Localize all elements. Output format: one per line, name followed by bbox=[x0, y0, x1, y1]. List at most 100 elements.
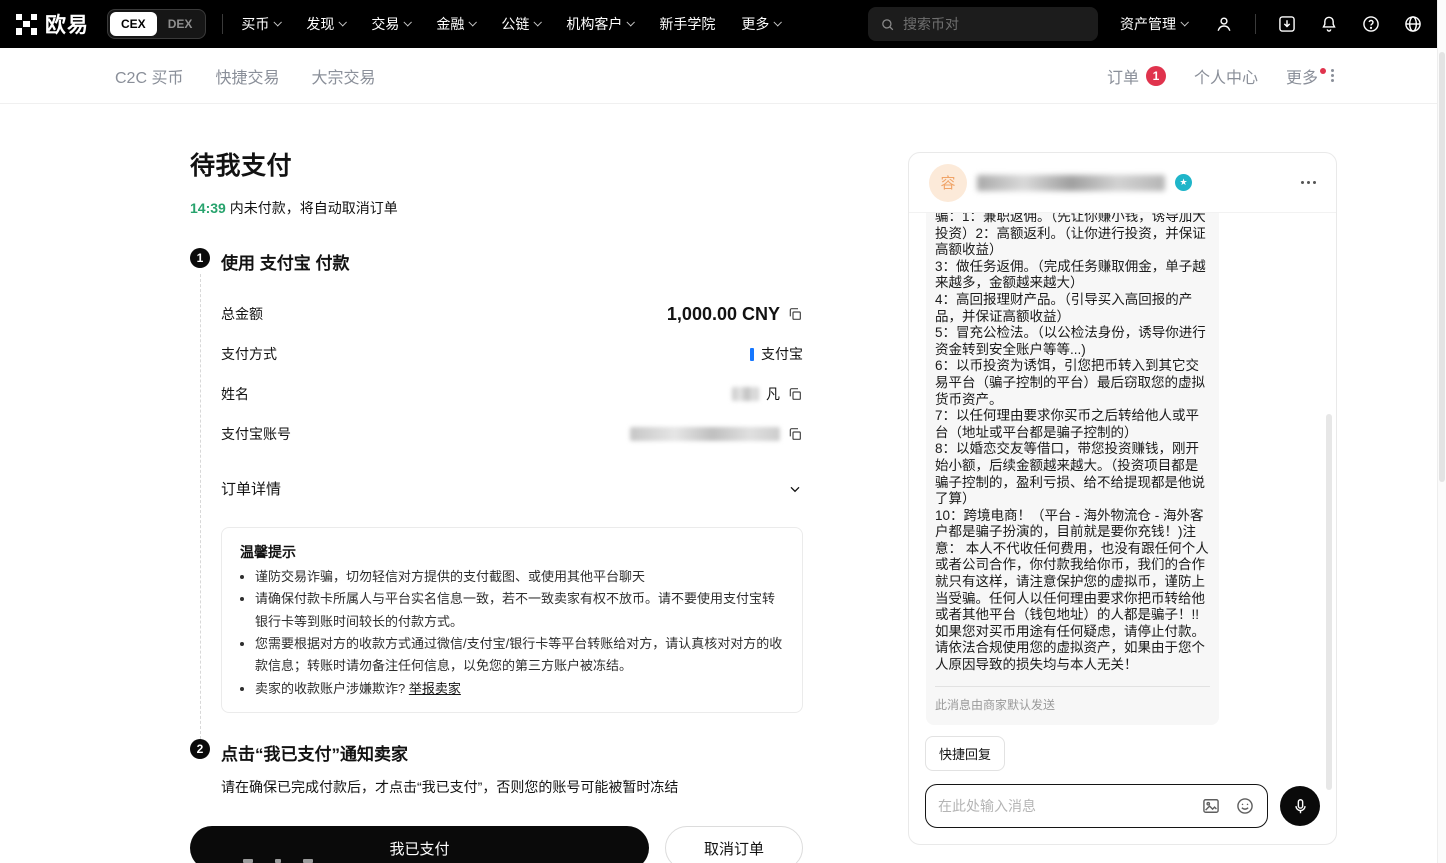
report-seller-link[interactable]: 举报卖家 bbox=[409, 681, 461, 696]
toggle-dex[interactable]: DEX bbox=[157, 12, 204, 36]
tab-block-trade[interactable]: 大宗交易 bbox=[311, 64, 375, 88]
help-button[interactable] bbox=[1354, 7, 1388, 41]
toggle-cex[interactable]: CEX bbox=[110, 12, 157, 36]
merchant-message-bubble: 骗：1：兼职返佣。（先让你赚小钱，诱导加大投资）2：高额返利。（让你进行投资，并… bbox=[926, 213, 1219, 725]
notification-dot bbox=[1320, 68, 1326, 74]
page-scrollbar-thumb[interactable] bbox=[1439, 52, 1445, 482]
profile-center-link[interactable]: 个人中心 bbox=[1194, 64, 1258, 88]
main-menu: 买币 发现 交易 金融 公链 机构客户 新手学院 更多 bbox=[241, 14, 780, 34]
order-panel: 待我支付 14:39 内未付款，将自动取消订单 1 使用 支付宝 付款 总金额 … bbox=[190, 146, 803, 863]
assets-menu[interactable]: 资产管理 bbox=[1120, 14, 1187, 34]
okx-logo-icon bbox=[16, 14, 37, 35]
download-app-button[interactable] bbox=[1270, 7, 1304, 41]
chevron-down-icon bbox=[787, 481, 803, 497]
chat-more-icon[interactable] bbox=[1301, 181, 1316, 184]
page-title: 待我支付 bbox=[190, 146, 803, 182]
more-options-icon bbox=[1331, 69, 1334, 82]
menu-institutional[interactable]: 机构客户 bbox=[566, 14, 633, 34]
copy-name-icon[interactable] bbox=[787, 386, 803, 402]
page-scrollbar[interactable] bbox=[1437, 0, 1446, 863]
name-label: 姓名 bbox=[221, 384, 249, 404]
merchant-message-text: 骗：1：兼职返佣。（先让你赚小钱，诱导加大投资）2：高额返利。（让你进行投资，并… bbox=[935, 213, 1210, 674]
image-upload-icon[interactable] bbox=[1201, 796, 1221, 816]
chevron-down-icon bbox=[534, 18, 542, 26]
microphone-icon bbox=[1291, 797, 1310, 816]
message-input[interactable] bbox=[938, 798, 1187, 814]
bell-icon bbox=[1319, 14, 1339, 34]
tip-item: 您需要根据对方的收款方式通过微信/支付宝/银行卡等平台转账给对方，请认真核对对方… bbox=[255, 633, 784, 678]
method-value: 支付宝 bbox=[761, 344, 803, 364]
orders-count-badge: 1 bbox=[1146, 66, 1166, 86]
action-buttons: 我已支付 取消订单 bbox=[190, 826, 803, 863]
chevron-down-icon bbox=[774, 18, 782, 26]
help-icon bbox=[1361, 14, 1381, 34]
redacted-account bbox=[630, 427, 780, 441]
amount-value: 1,000.00 CNY bbox=[667, 304, 780, 325]
menu-more[interactable]: 更多 bbox=[741, 14, 780, 34]
step-1: 1 使用 支付宝 付款 总金额 1,000.00 CNY 支付方式 支付宝 bbox=[190, 248, 803, 739]
step-2-title: 点击“我已支付”通知卖家 bbox=[221, 740, 803, 765]
cancel-order-button[interactable]: 取消订单 bbox=[665, 826, 803, 863]
paid-button[interactable]: 我已支付 bbox=[190, 826, 649, 863]
message-input-wrap bbox=[925, 784, 1268, 828]
download-icon bbox=[1277, 14, 1297, 34]
redacted-name bbox=[732, 387, 759, 401]
copy-amount-icon[interactable] bbox=[787, 306, 803, 322]
menu-discover[interactable]: 发现 bbox=[306, 14, 345, 34]
account-label: 支付宝账号 bbox=[221, 424, 291, 444]
verified-badge-icon: ★ bbox=[1175, 174, 1192, 191]
chevron-down-icon bbox=[404, 18, 412, 26]
profile-button[interactable] bbox=[1207, 7, 1241, 41]
subnav-tabs: C2C 买币 快捷交易 大宗交易 bbox=[115, 64, 376, 88]
orders-link[interactable]: 订单 1 bbox=[1107, 64, 1166, 88]
emoji-icon[interactable] bbox=[1235, 796, 1255, 816]
chevron-down-icon bbox=[469, 18, 477, 26]
cex-dex-toggle: CEX DEX bbox=[107, 9, 206, 39]
language-button[interactable] bbox=[1396, 7, 1430, 41]
icon-divider bbox=[1255, 14, 1256, 34]
order-details-toggle[interactable]: 订单详情 bbox=[221, 478, 803, 499]
menu-finance[interactable]: 金融 bbox=[436, 14, 475, 34]
top-navbar: 欧易 CEX DEX 买币 发现 交易 金融 公链 机构客户 新手学院 更多 搜… bbox=[0, 0, 1446, 48]
menu-academy[interactable]: 新手学院 bbox=[659, 14, 715, 34]
nav-divider bbox=[222, 14, 223, 34]
method-label: 支付方式 bbox=[221, 344, 277, 364]
merchant-avatar: 容 bbox=[929, 164, 967, 202]
chevron-down-icon bbox=[339, 18, 347, 26]
chevron-down-icon bbox=[1180, 18, 1188, 26]
voice-message-button[interactable] bbox=[1280, 786, 1320, 826]
chat-panel: 容 ★ 骗：1：兼职返佣。（先让你赚小钱，诱导加大投资）2：高额返利。（让你进行… bbox=[908, 152, 1337, 845]
step-connector bbox=[200, 274, 201, 739]
amount-row: 总金额 1,000.00 CNY bbox=[221, 294, 803, 334]
quick-reply-button[interactable]: 快捷回复 bbox=[925, 736, 1005, 771]
tips-box: 温馨提示 谨防交易诈骗，切勿轻信对方提供的支付截图、或使用其他平台聊天 请确保付… bbox=[221, 527, 803, 713]
search-input[interactable]: 搜索币对 bbox=[868, 7, 1098, 41]
account-row: 支付宝账号 bbox=[221, 414, 803, 454]
subnav-right: 订单 1 个人中心 更多 bbox=[1107, 64, 1334, 88]
name-value: 凡 bbox=[766, 384, 780, 404]
menu-buy-crypto[interactable]: 买币 bbox=[241, 14, 280, 34]
message-divider bbox=[935, 686, 1210, 687]
default-message-note: 此消息由商家默认发送 bbox=[935, 696, 1210, 713]
okx-logo[interactable]: 欧易 bbox=[16, 9, 89, 39]
step-2: 2 点击“我已支付”通知卖家 请在确保已完成付款后，才点击“我已支付”，否则您的… bbox=[190, 739, 803, 798]
chat-scrollbar[interactable] bbox=[1326, 414, 1332, 790]
redacted-merchant-name bbox=[977, 175, 1165, 191]
step-2-number: 2 bbox=[190, 739, 210, 759]
tip-item: 卖家的收款账户涉嫌欺诈? 举报卖家 bbox=[255, 678, 784, 700]
step-2-note: 请在确保已完成付款后，才点击“我已支付”，否则您的账号可能被暂时冻结 bbox=[221, 777, 803, 798]
more-link[interactable]: 更多 bbox=[1286, 64, 1334, 88]
search-icon bbox=[880, 17, 895, 32]
method-row: 支付方式 支付宝 bbox=[221, 334, 803, 374]
payment-fields: 总金额 1,000.00 CNY 支付方式 支付宝 姓名 bbox=[221, 294, 803, 454]
countdown-text: 14:39 内未付款，将自动取消订单 bbox=[190, 198, 803, 218]
notifications-button[interactable] bbox=[1312, 7, 1346, 41]
chevron-down-icon bbox=[627, 18, 635, 26]
chat-messages[interactable]: 骗：1：兼职返佣。（先让你赚小钱，诱导加大投资）2：高额返利。（让你进行投资，并… bbox=[909, 213, 1336, 726]
tab-c2c-buy[interactable]: C2C 买币 bbox=[115, 64, 183, 88]
menu-trade[interactable]: 交易 bbox=[371, 14, 410, 34]
tab-express-trade[interactable]: 快捷交易 bbox=[215, 64, 279, 88]
copy-account-icon[interactable] bbox=[787, 426, 803, 442]
menu-chain[interactable]: 公链 bbox=[501, 14, 540, 34]
sub-navbar: C2C 买币 快捷交易 大宗交易 订单 1 个人中心 更多 bbox=[0, 48, 1446, 104]
